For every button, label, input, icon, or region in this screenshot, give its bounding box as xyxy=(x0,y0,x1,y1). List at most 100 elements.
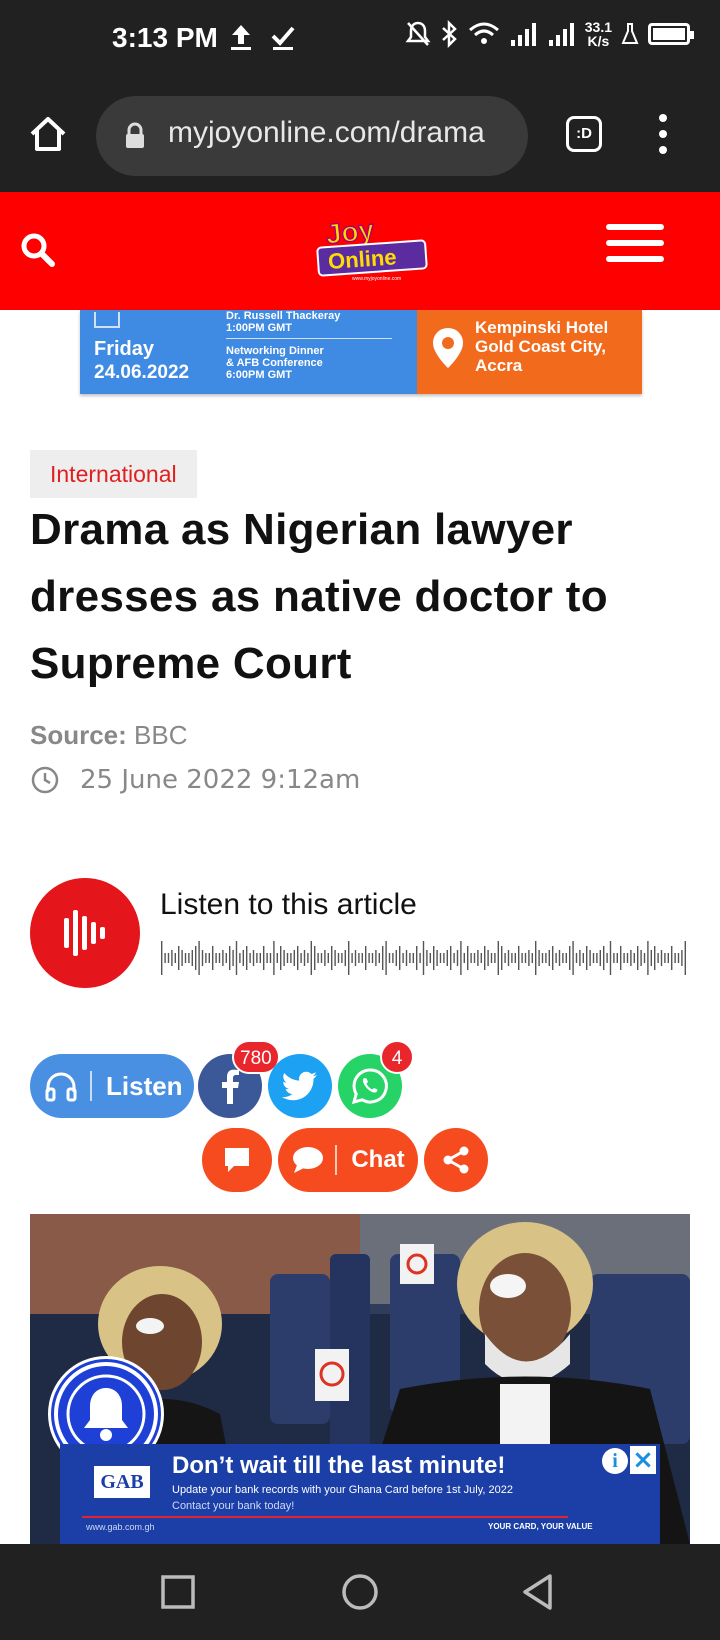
waveform-bar xyxy=(382,946,384,970)
waveform-bar xyxy=(395,950,397,966)
waveform-bar xyxy=(201,950,204,966)
waveform-bar xyxy=(443,953,445,963)
waveform-bar xyxy=(337,953,340,963)
bottom-ad-banner[interactable]: GAB Don’t wait till the last minute! Upd… xyxy=(60,1444,660,1544)
waveform-bar xyxy=(555,953,557,963)
waveform-bar xyxy=(660,950,663,966)
waveform-bar xyxy=(405,950,408,966)
waveform-bar xyxy=(586,946,588,970)
audio-waveform[interactable] xyxy=(160,938,688,978)
waveform-bar xyxy=(171,950,173,966)
search-icon[interactable] xyxy=(18,230,58,270)
waveform-bar xyxy=(402,953,404,963)
waveform-bar xyxy=(643,953,646,963)
waveform-bar xyxy=(354,950,357,966)
banner-day: Friday xyxy=(94,338,155,360)
audio-wave-icon xyxy=(64,910,105,956)
event-banner-ad[interactable]: Friday 24.06.2022 Dr. Russell Thackeray … xyxy=(80,310,642,394)
waveform-bar xyxy=(286,953,289,963)
waveform-bar xyxy=(521,953,523,963)
waveform-bar xyxy=(446,950,448,966)
category-tag[interactable]: International xyxy=(30,450,197,498)
waveform-bar xyxy=(208,953,210,963)
waveform-bar xyxy=(541,953,544,963)
facebook-share-button[interactable]: 780 xyxy=(198,1040,280,1118)
clock-icon xyxy=(31,766,59,794)
waveform-bar xyxy=(671,946,673,970)
source-label: Source: xyxy=(30,720,127,750)
share-button[interactable] xyxy=(424,1128,488,1192)
net-speed: 33.1 K/s xyxy=(584,19,612,49)
whatsapp-icon xyxy=(351,1068,388,1105)
waveform-bar xyxy=(647,941,649,975)
waveform-bar xyxy=(218,953,221,963)
waveform-bar xyxy=(429,953,431,963)
facebook-icon xyxy=(222,1069,239,1104)
waveform-bar xyxy=(256,953,258,963)
ad-close-icon[interactable]: × xyxy=(630,1446,656,1474)
waveform-bar xyxy=(470,953,472,963)
banner-date: 24.06.2022 xyxy=(94,362,190,383)
back-icon[interactable] xyxy=(520,1572,556,1612)
audio-play-button[interactable] xyxy=(30,878,140,988)
comments-button[interactable] xyxy=(202,1128,272,1192)
waveform-bar xyxy=(239,953,241,963)
calendar-icon xyxy=(94,312,120,328)
share-icon xyxy=(443,1146,469,1174)
waveform-bar xyxy=(409,953,411,963)
waveform-bar xyxy=(426,950,428,966)
whatsapp-share-button[interactable]: 4 xyxy=(338,1040,414,1118)
waveform-bar xyxy=(385,941,387,975)
waveform-bar xyxy=(599,950,601,966)
waveform-bar xyxy=(252,950,255,966)
waveform-bar xyxy=(477,950,479,966)
waveform-bar xyxy=(654,946,656,970)
recents-icon[interactable] xyxy=(160,1574,196,1610)
waveform-bar xyxy=(674,953,676,963)
waveform-bar xyxy=(371,953,374,963)
home-icon[interactable] xyxy=(26,112,70,156)
waveform-bar xyxy=(198,941,200,975)
headphones-icon xyxy=(45,1072,77,1102)
waveform-bar xyxy=(484,946,486,970)
waveform-bar xyxy=(191,950,193,966)
waveform-bar xyxy=(538,950,540,966)
ad-info-icon[interactable]: i xyxy=(602,1448,628,1474)
hamburger-menu-button[interactable] xyxy=(606,224,664,264)
waveform-bar xyxy=(361,953,363,963)
tab-switcher-button[interactable]: :D xyxy=(566,116,602,152)
waveform-bar xyxy=(280,946,282,970)
waveform-bar xyxy=(490,953,493,963)
date-text: 25 June 2022 9:12am xyxy=(80,765,361,795)
home-nav-icon[interactable] xyxy=(340,1572,380,1612)
waveform-bar xyxy=(273,941,275,975)
listen-button[interactable]: Listen xyxy=(30,1054,194,1118)
player-title: Listen to this article xyxy=(160,888,417,921)
waveform-bar xyxy=(609,941,612,975)
waveform-bar xyxy=(504,953,506,963)
waveform-bar xyxy=(283,950,285,966)
ad-url: www.gab.com.gh xyxy=(86,1522,155,1532)
waveform-bar xyxy=(181,950,183,966)
waveform-bar xyxy=(494,953,496,963)
chat-button[interactable]: Chat xyxy=(278,1128,418,1192)
waveform-bar xyxy=(439,953,442,963)
address-bar[interactable]: myjoyonline.com/drama xyxy=(96,96,528,176)
waveform-bar xyxy=(416,946,418,970)
waveform-bar xyxy=(235,941,238,975)
waveform-bar xyxy=(212,946,214,970)
waveform-bar xyxy=(572,941,574,975)
source-value: BBC xyxy=(134,720,188,750)
waveform-bar xyxy=(575,953,578,963)
waveform-bar xyxy=(378,953,380,963)
waveform-bar xyxy=(161,941,163,975)
waveform-bar xyxy=(677,953,680,963)
site-header: Joy Online www.myjoyonline.com xyxy=(0,192,720,310)
site-logo[interactable]: Joy Online www.myjoyonline.com xyxy=(314,213,432,284)
status-bar: 3:13 PM 33.1 K/s xyxy=(0,0,720,84)
browser-menu-button[interactable] xyxy=(654,112,672,156)
url-text[interactable]: myjoyonline.com/drama xyxy=(168,116,508,150)
waveform-bar xyxy=(263,946,265,970)
waveform-bar xyxy=(399,946,401,970)
twitter-share-button[interactable] xyxy=(268,1054,332,1118)
